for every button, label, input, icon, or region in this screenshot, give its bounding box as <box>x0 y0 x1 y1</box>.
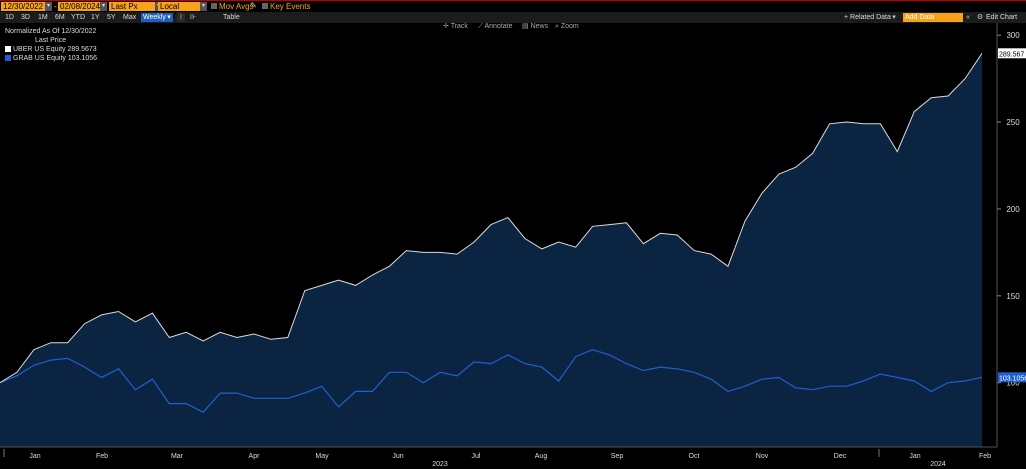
year-label-1: 2024 <box>930 461 946 468</box>
x-tick-label-3: Apr <box>249 453 261 460</box>
x-tick-label-2: Mar <box>171 453 184 460</box>
x-tick-label-10: Nov <box>756 453 769 460</box>
grab-swatch <box>5 54 11 61</box>
uber-swatch <box>5 45 11 52</box>
x-tick-label-11: Dec <box>834 453 847 460</box>
y-tick-label-200: 200 <box>1006 205 1020 214</box>
legend-last-price: Last Price <box>35 37 67 44</box>
legend-normalized: Normalized As Of 12/30/2022 <box>5 28 97 35</box>
grab-last-value-label: 103.1056 <box>999 375 1026 382</box>
x-tick-label-5: Jun <box>392 453 403 460</box>
x-tick-label-0: Jan <box>29 453 40 460</box>
chart-legend: Normalized As Of 12/30/2022 Last Price U… <box>5 27 97 63</box>
x-tick-label-4: May <box>315 453 329 460</box>
y-tick-label-250: 250 <box>1006 118 1020 127</box>
x-tick-label-12: Jan <box>909 453 920 460</box>
uber-area <box>0 53 982 448</box>
legend-grab-label: GRAB US Equity 103.1056 <box>13 55 98 62</box>
x-tick-label-9: Oct <box>689 453 700 460</box>
price-chart[interactable]: 100150200250300Jan Feb Mar Apr May Jun Jul Aug S… <box>0 0 1026 469</box>
legend-uber-label: UBER US Equity 289.5673 <box>13 46 97 53</box>
x-tick-label-13: Feb <box>979 453 991 460</box>
x-tick-label-7: Aug <box>535 453 548 460</box>
year-label-0: 2023 <box>432 461 448 468</box>
uber-last-value-label: 289.567 <box>999 51 1024 58</box>
x-tick-label-8: Sep <box>611 453 624 460</box>
y-tick-label-300: 300 <box>1006 31 1020 40</box>
y-tick-label-150: 150 <box>1006 292 1020 301</box>
x-tick-label-1: Feb <box>96 453 108 460</box>
legend-grab[interactable]: GRAB US Equity 103.1056 <box>5 54 97 63</box>
legend-uber[interactable]: UBER US Equity 289.5673 <box>5 45 97 54</box>
x-tick-label-6: Jul <box>472 453 481 460</box>
